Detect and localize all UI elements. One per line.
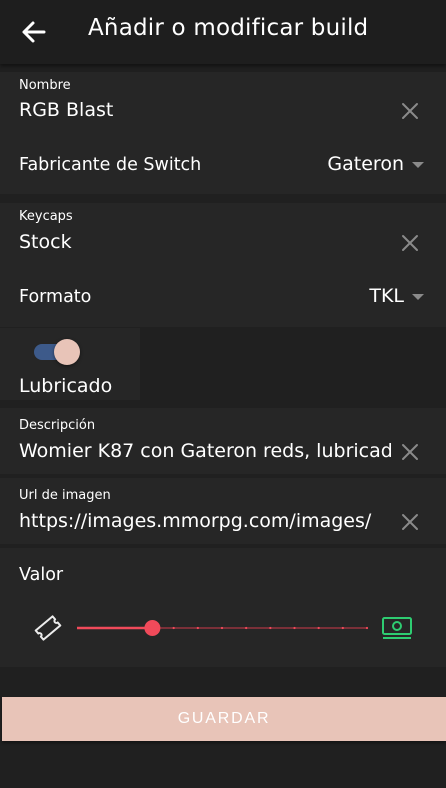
valor-slider-area [0, 597, 446, 667]
slider-tick [365, 626, 369, 630]
keycaps-field[interactable]: Keycaps Stock [0, 203, 446, 269]
slider-thumb[interactable] [144, 620, 161, 636]
fabricante-value: Gateron [327, 153, 404, 175]
nombre-clear-icon[interactable] [400, 101, 420, 121]
page-title: Añadir o modificar build [88, 15, 369, 41]
formato-select[interactable]: TKL [369, 285, 424, 307]
lubricado-toggle[interactable] [34, 339, 80, 365]
slider-tick [220, 626, 224, 630]
save-button[interactable]: GUARDAR [2, 697, 446, 741]
nombre-input[interactable]: RGB Blast [19, 99, 379, 121]
ticket-icon [34, 615, 62, 641]
dropdown-caret-icon [412, 294, 424, 300]
dropdown-caret-icon [412, 162, 424, 168]
toggle-thumb[interactable] [54, 339, 80, 365]
url-imagen-label: Url de imagen [19, 488, 111, 503]
valor-label: Valor [19, 565, 64, 585]
slider-tick [172, 626, 175, 630]
descripcion-field[interactable]: Descripción Womier K87 con Gateron reds,… [0, 408, 446, 474]
back-arrow-icon[interactable] [16, 14, 52, 50]
fabricante-select[interactable]: Gateron [327, 153, 424, 175]
slider-tick [317, 626, 320, 630]
formato-label: Formato [19, 287, 92, 307]
keycaps-label: Keycaps [19, 209, 73, 224]
descripcion-input[interactable]: Womier K87 con Gateron reds, lubricados [19, 440, 391, 462]
lubricado-label: Lubricado [19, 375, 113, 397]
keycaps-clear-icon[interactable] [400, 233, 420, 253]
nombre-label: Nombre [19, 78, 71, 93]
fabricante-select-row[interactable]: Fabricante de Switch Gateron [0, 138, 446, 194]
descripcion-clear-icon[interactable] [400, 442, 420, 462]
slider-tick [245, 626, 248, 630]
slider-tick [196, 626, 199, 630]
descripcion-label: Descripción [19, 418, 96, 433]
nombre-field[interactable]: Nombre RGB Blast [0, 72, 446, 138]
slider-tick [269, 626, 272, 630]
url-imagen-clear-icon[interactable] [400, 512, 420, 532]
formato-select-row[interactable]: Formato TKL [0, 269, 446, 327]
app-bar: Añadir o modificar build [0, 0, 446, 64]
slider-tick [293, 626, 296, 630]
valor-slider-track[interactable] [77, 620, 369, 636]
keycaps-input[interactable]: Stock [19, 231, 379, 253]
url-imagen-input[interactable]: https://images.mmorpg.com/images/ [19, 510, 391, 532]
url-imagen-field[interactable]: Url de imagen https://images.mmorpg.com/… [0, 478, 446, 544]
money-icon [382, 617, 412, 639]
fabricante-label: Fabricante de Switch [19, 155, 202, 175]
formato-value: TKL [369, 285, 404, 307]
slider-tick [341, 626, 344, 630]
